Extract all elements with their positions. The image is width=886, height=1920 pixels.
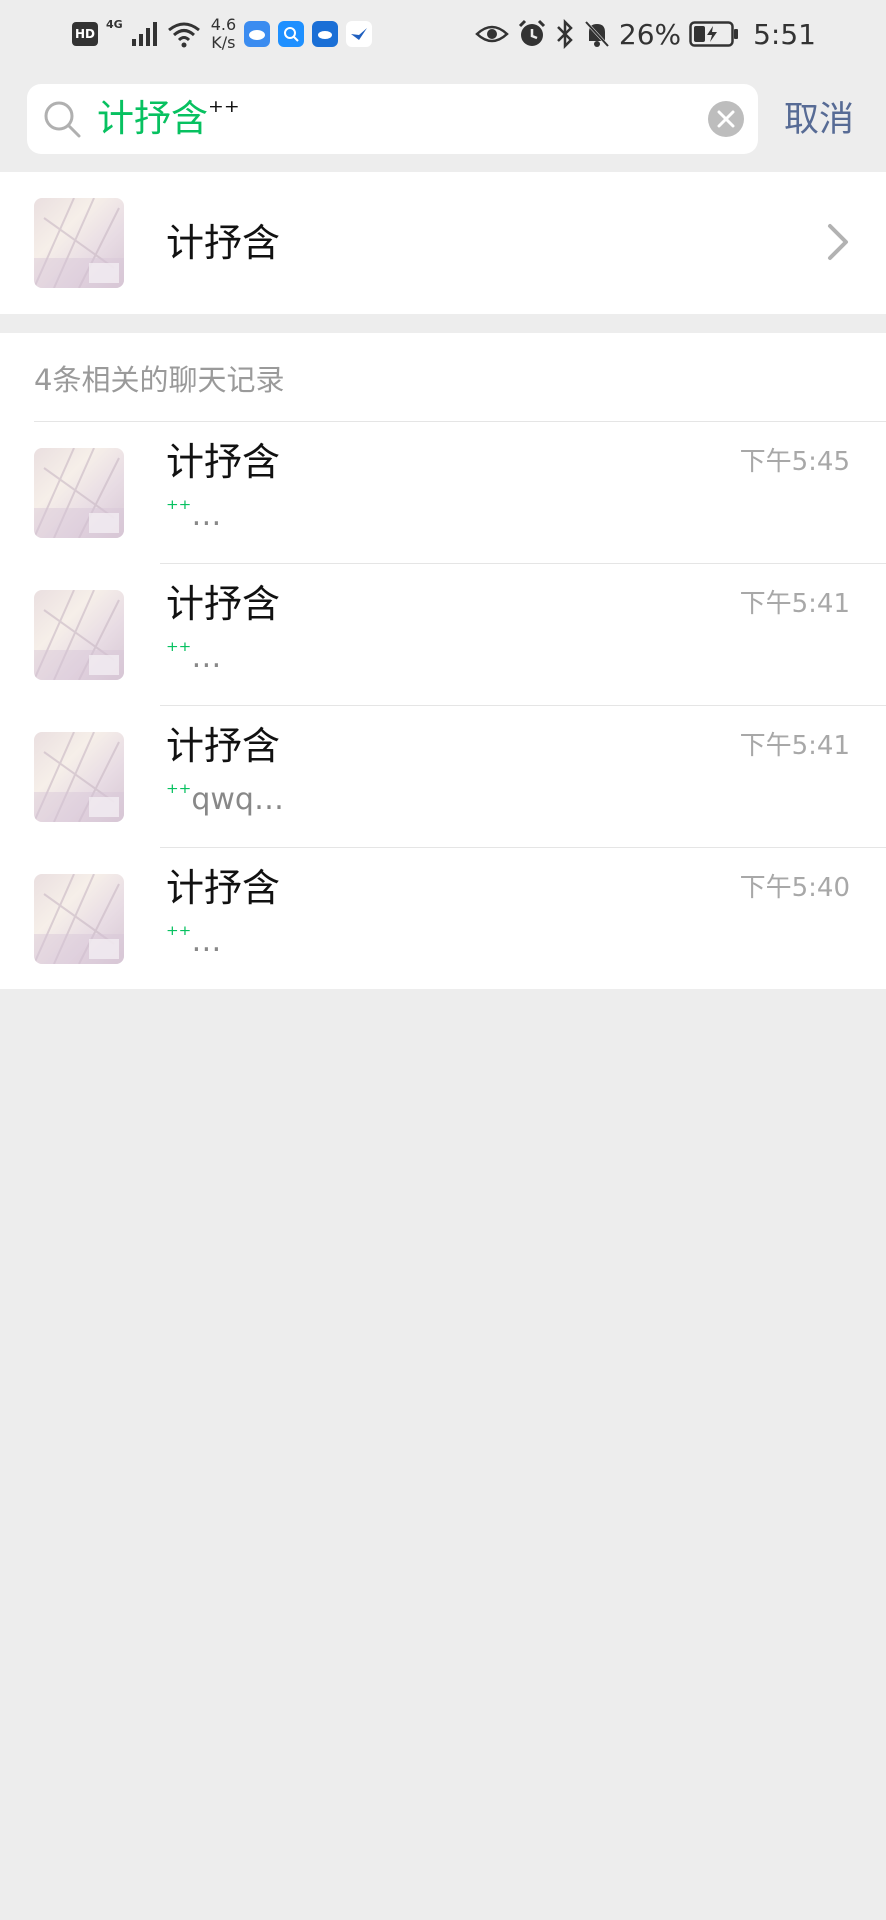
record-snippet: ⁺⁺qwq… — [166, 778, 284, 823]
record-time: 下午5:41 — [739, 589, 850, 619]
avatar — [34, 198, 124, 288]
record-snippet: ⁺⁺… — [166, 920, 221, 965]
signal-icon — [131, 22, 157, 46]
list-item[interactable]: 计抒含 下午5:45 ⁺⁺… — [0, 422, 886, 564]
cancel-button[interactable]: 取消 — [784, 90, 854, 150]
status-bar-left: HD 4G 4.6 K/s — [72, 14, 373, 54]
status-bar-right: 26% 5:51 — [475, 14, 816, 54]
clear-icon[interactable] — [708, 101, 744, 137]
list-item[interactable]: 计抒含 下午5:41 ⁺⁺qwq… — [0, 706, 886, 848]
record-snippet-text: qwq… — [191, 782, 284, 817]
avatar — [34, 590, 124, 680]
record-snippet: ⁺⁺… — [166, 636, 221, 681]
search-input[interactable]: 计抒含⁺⁺ — [27, 84, 758, 154]
record-highlight: ⁺⁺ — [166, 779, 192, 807]
search-query-text: 计抒含 — [97, 97, 208, 140]
bluetooth-icon — [556, 19, 573, 49]
status-bar: HD 4G 4.6 K/s 26% 5:51 — [0, 0, 886, 70]
record-snippet-text: … — [191, 498, 222, 533]
network-speed: 4.6 K/s — [211, 16, 236, 52]
bird-app-icon — [346, 21, 373, 47]
record-highlight: ⁺⁺ — [166, 921, 192, 949]
contact-name: 计抒含 — [166, 221, 281, 265]
record-highlight: ⁺⁺ — [166, 637, 192, 665]
avatar — [34, 874, 124, 964]
avatar — [34, 448, 124, 538]
record-time: 下午5:45 — [739, 447, 850, 477]
contact-result[interactable]: 计抒含 — [0, 172, 886, 314]
weather-app-icon — [312, 21, 339, 47]
avatar — [34, 732, 124, 822]
record-time: 下午5:40 — [739, 873, 850, 903]
wifi-icon — [167, 22, 200, 48]
record-name: 计抒含 — [166, 866, 281, 910]
record-snippet-text: … — [191, 640, 222, 675]
network-speed-value: 4.6 — [210, 15, 237, 34]
record-snippet: ⁺⁺… — [166, 494, 221, 539]
chevron-right-icon — [828, 224, 848, 260]
clock: 5:51 — [753, 17, 816, 51]
search-icon — [44, 101, 81, 138]
record-time: 下午5:41 — [739, 731, 850, 761]
mute-icon — [584, 20, 609, 48]
record-name: 计抒含 — [166, 440, 281, 484]
search-query[interactable]: 计抒含⁺⁺ — [97, 94, 240, 144]
network-speed-unit: K/s — [211, 33, 236, 52]
network-type-label: 4G — [106, 18, 123, 31]
hd-badge: HD — [72, 22, 98, 46]
record-snippet-text: … — [191, 924, 222, 959]
battery-percent: 26% — [618, 17, 682, 51]
chat-records-section: 4条相关的聊天记录 计抒含 下午5:45 ⁺⁺… 计抒含 下午5:41 ⁺⁺… — [0, 333, 886, 989]
search-header: 计抒含⁺⁺ 取消 — [0, 70, 886, 172]
records-header: 4条相关的聊天记录 — [34, 363, 285, 397]
record-highlight: ⁺⁺ — [166, 495, 192, 523]
record-name: 计抒含 — [166, 724, 281, 768]
cloud-app-icon — [244, 21, 271, 47]
list-item[interactable]: 计抒含 下午5:41 ⁺⁺… — [0, 564, 886, 706]
search-app-icon — [278, 21, 305, 47]
battery-icon — [689, 21, 739, 47]
list-item[interactable]: 计抒含 下午5:40 ⁺⁺… — [0, 848, 886, 990]
eye-icon — [475, 25, 509, 43]
alarm-icon — [518, 19, 545, 46]
record-name: 计抒含 — [166, 582, 281, 626]
search-query-suffix: ⁺⁺ — [208, 95, 240, 130]
